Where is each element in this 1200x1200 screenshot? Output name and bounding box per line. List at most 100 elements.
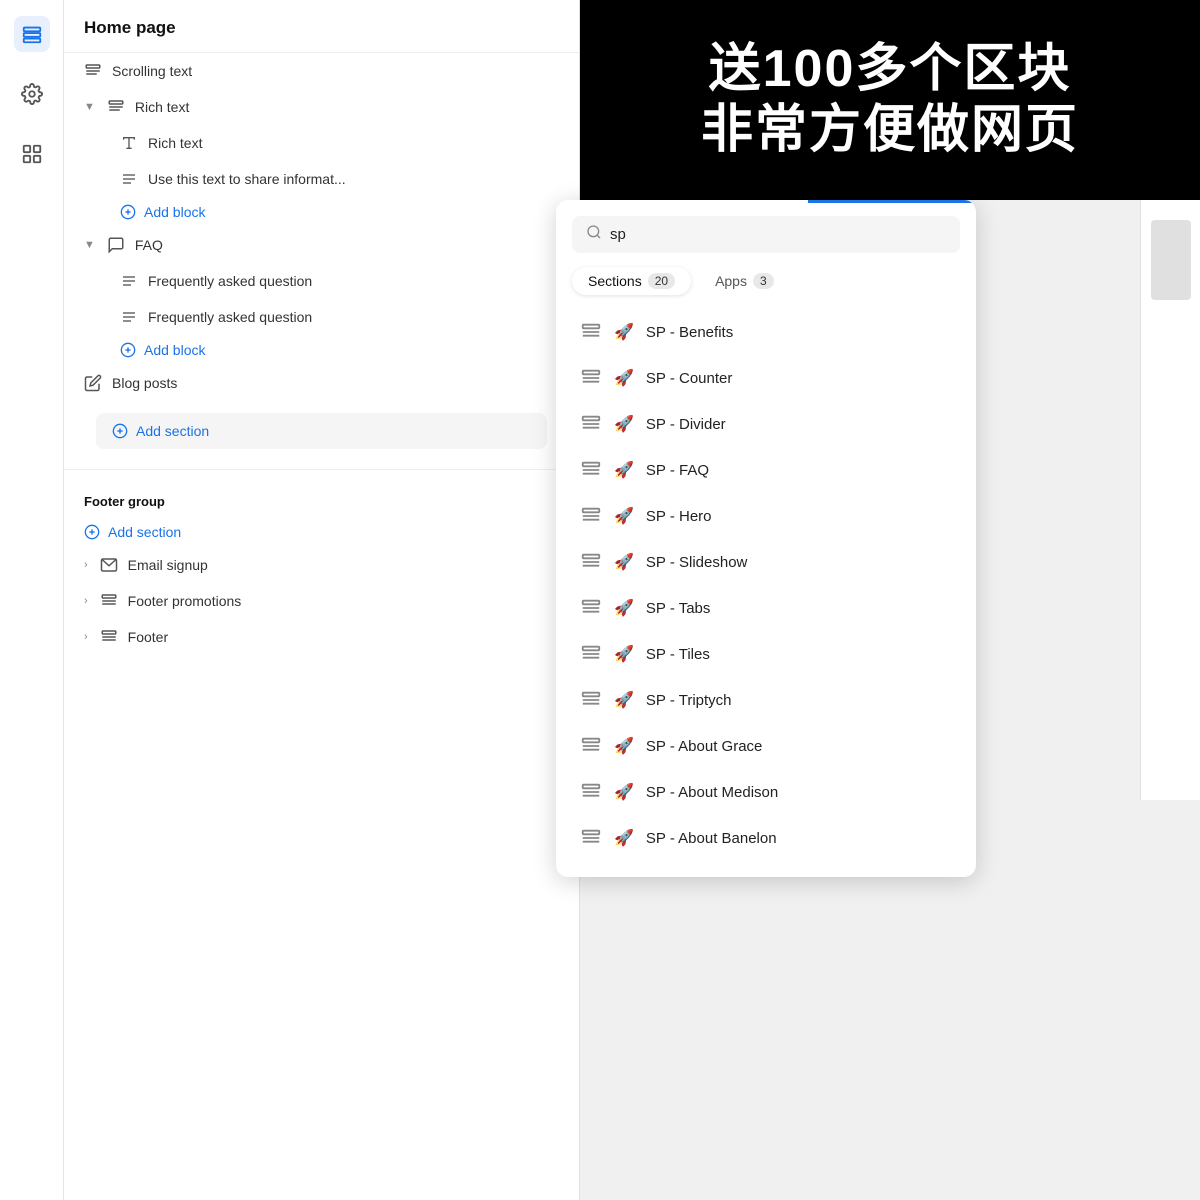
rocket-emoji: 🚀 (614, 414, 634, 434)
tab-sections[interactable]: Sections 20 (572, 267, 691, 295)
rocket-emoji: 🚀 (614, 690, 634, 710)
scrolling-text-label: Scrolling text (112, 63, 192, 79)
rocket-emoji: 🚀 (614, 736, 634, 756)
add-block-faq[interactable]: Add block (64, 335, 579, 365)
rocket-emoji: 🚀 (614, 368, 634, 388)
result-item[interactable]: 🚀 SP - Benefits (572, 309, 964, 355)
rocket-emoji: 🚀 (614, 322, 634, 342)
lines-icon (120, 170, 138, 188)
tabs-row: Sections 20 Apps 3 (572, 267, 960, 295)
result-label: SP - Tiles (646, 646, 710, 663)
result-label: SP - Divider (646, 416, 726, 433)
popup-top-bar (808, 200, 976, 203)
faq-block-icon-2 (120, 308, 138, 326)
footer-promotions-label: Footer promotions (128, 593, 242, 609)
tab-sections-label: Sections (588, 273, 642, 289)
sidebar-icon-layers[interactable] (14, 16, 50, 52)
faq-label: FAQ (135, 237, 163, 253)
faq-section-icon (107, 236, 125, 254)
sidebar-icon-apps[interactable] (14, 136, 50, 172)
footer-icon (100, 628, 118, 646)
faq-child-2-label: Frequently asked question (148, 309, 312, 325)
result-item[interactable]: 🚀 SP - Counter (572, 355, 964, 401)
sidebar (0, 0, 64, 1200)
result-label: SP - About Medison (646, 784, 778, 801)
collapse-arrow-email: › (84, 559, 88, 571)
tab-apps[interactable]: Apps 3 (699, 267, 790, 295)
section-email-signup[interactable]: › Email signup (64, 547, 579, 583)
result-item[interactable]: 🚀 SP - Hero (572, 493, 964, 539)
section-faq[interactable]: ▼ FAQ (64, 227, 579, 263)
promo-banner: 送100多个区块 非常方便做网页 (580, 0, 1200, 200)
add-section-footer-label: Add section (108, 524, 181, 540)
rich-text-label: Rich text (135, 99, 189, 115)
rocket-emoji: 🚀 (614, 598, 634, 618)
blog-posts-label: Blog posts (112, 375, 177, 391)
section-rich-text[interactable]: ▼ Rich text (64, 89, 579, 125)
search-icon (586, 224, 602, 245)
section-footer-promotions[interactable]: › Footer promotions (64, 583, 579, 619)
result-item[interactable]: 🚀SP - About Banelon (572, 815, 964, 861)
result-item[interactable]: 🚀 SP - Triptych (572, 677, 964, 723)
faq-block-icon-1 (120, 272, 138, 290)
result-item[interactable]: 🚀 SP - Slideshow (572, 539, 964, 585)
block-faq-1[interactable]: Frequently asked question (64, 263, 579, 299)
rich-text-desc-label: Use this text to share informat... (148, 171, 346, 187)
tab-sections-count: 20 (648, 273, 675, 289)
result-label: SP - FAQ (646, 462, 709, 479)
rocket-emoji: 🚀 (614, 552, 634, 572)
section-footer[interactable]: › Footer (64, 619, 579, 655)
footer-group-label: Footer group (64, 478, 579, 517)
collapse-arrow-footer: › (84, 631, 88, 643)
result-label: SP - About Grace (646, 738, 762, 755)
section-scrolling-text[interactable]: Scrolling text (64, 53, 579, 89)
result-label: SP - Counter (646, 370, 732, 387)
promo-line2: 非常方便做网页 (701, 102, 1079, 159)
rich-text-child-label: Rich text (148, 135, 202, 151)
rocket-emoji: 🚀 (614, 506, 634, 526)
result-item[interactable]: 🚀 SP - Divider (572, 401, 964, 447)
search-input[interactable] (610, 226, 946, 243)
tab-apps-label: Apps (715, 273, 747, 289)
email-signup-icon (100, 556, 118, 574)
section-blog-posts[interactable]: Blog posts (64, 365, 579, 401)
faq-child-1-label: Frequently asked question (148, 273, 312, 289)
blog-posts-icon (84, 374, 102, 392)
tab-apps-count: 3 (753, 273, 774, 289)
result-item[interactable]: 🚀 SP - Tiles (572, 631, 964, 677)
result-label: SP - Triptych (646, 692, 732, 709)
block-faq-2[interactable]: Frequently asked question (64, 299, 579, 335)
add-section-footer[interactable]: Add section (64, 517, 579, 547)
footer-promo-icon (100, 592, 118, 610)
rocket-emoji: 🚀 (614, 782, 634, 802)
result-label: SP - Tabs (646, 600, 710, 617)
search-popup: Sections 20 Apps 3 🚀SP - Benefits 🚀SP - … (556, 200, 976, 877)
page-title: Home page (64, 0, 579, 53)
rich-text-section-icon (107, 98, 125, 116)
result-label: SP - Hero (646, 508, 712, 525)
right-panel-scroll (1151, 220, 1191, 300)
email-signup-label: Email signup (128, 557, 208, 573)
collapse-arrow-footer-promo: › (84, 595, 88, 607)
block-rich-text-title[interactable]: Rich text (64, 125, 579, 161)
add-block-rich[interactable]: Add block (64, 197, 579, 227)
result-label: SP - Benefits (646, 324, 733, 341)
section-icon (84, 62, 102, 80)
sidebar-icon-settings[interactable] (14, 76, 50, 112)
result-label: SP - Slideshow (646, 554, 747, 571)
main-panel: Home page Scrolling text ▼ Rich text Ric… (64, 0, 580, 1200)
add-block-faq-label: Add block (144, 342, 205, 358)
add-block-rich-label: Add block (144, 204, 205, 220)
result-item[interactable]: 🚀SP - FAQ (572, 447, 964, 493)
promo-line1: 送100多个区块 (709, 41, 1072, 98)
block-rich-text-desc[interactable]: Use this text to share informat... (64, 161, 579, 197)
text-icon (120, 134, 138, 152)
result-item[interactable]: 🚀 SP - Tabs (572, 585, 964, 631)
search-input-wrap (572, 216, 960, 253)
result-item[interactable]: 🚀 SP - About Medison (572, 769, 964, 815)
footer-label: Footer (128, 629, 168, 645)
rocket-emoji: 🚀 (614, 644, 634, 664)
collapse-arrow-faq: ▼ (84, 239, 95, 251)
result-item[interactable]: 🚀 SP - About Grace (572, 723, 964, 769)
add-section-main[interactable]: Add section (96, 413, 547, 449)
